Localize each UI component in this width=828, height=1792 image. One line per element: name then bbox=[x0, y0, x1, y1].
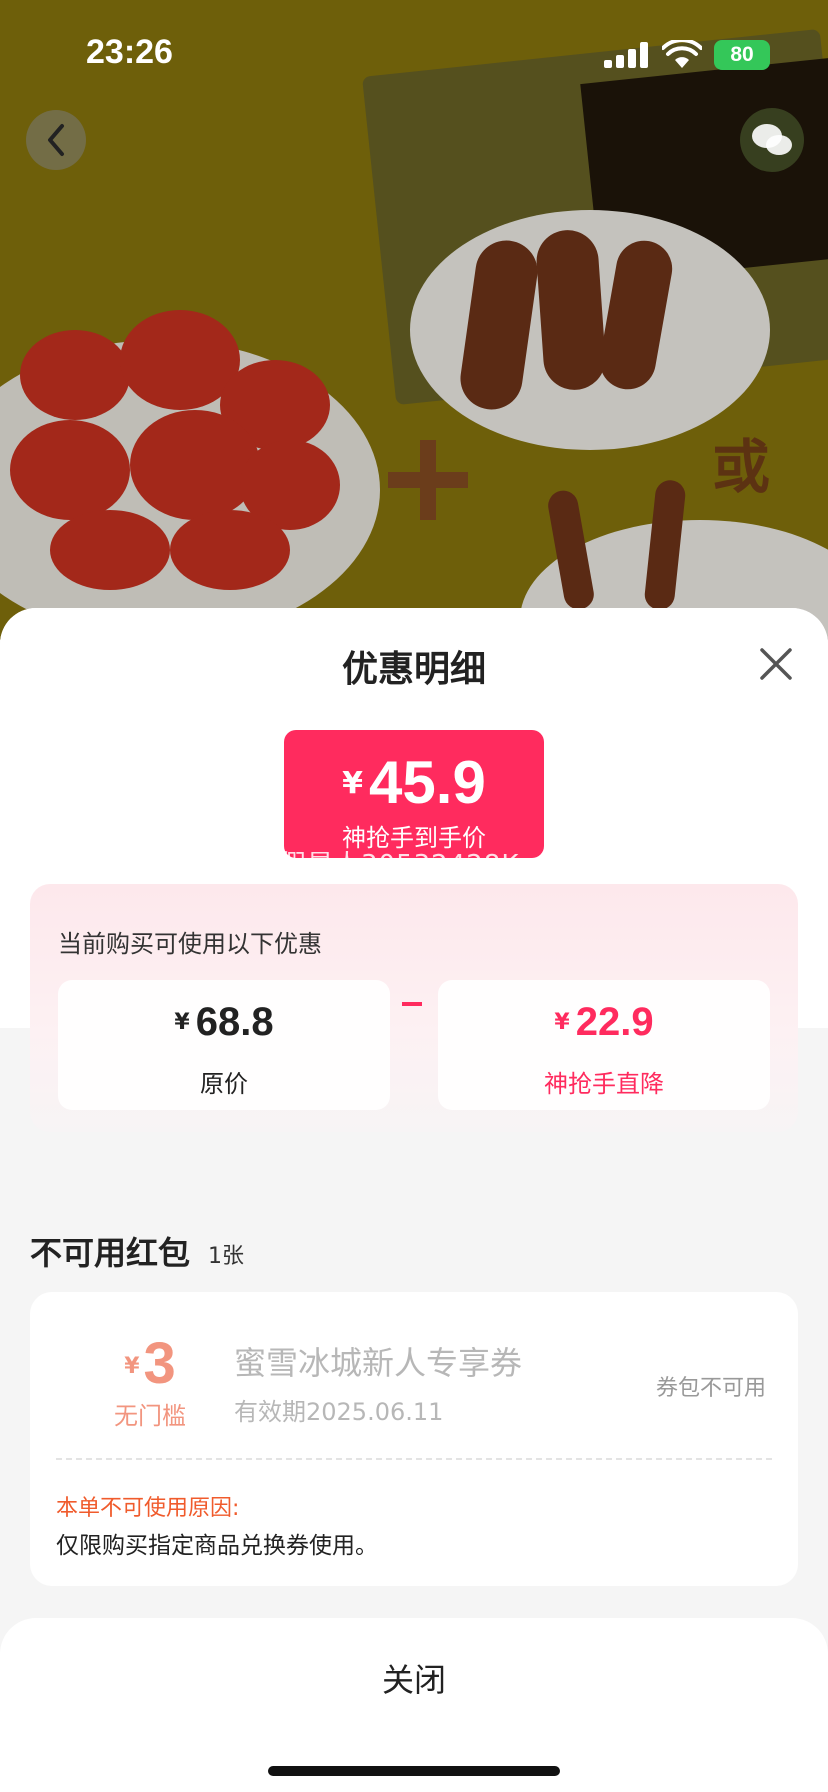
wechat-share-button[interactable] bbox=[740, 108, 804, 172]
battery-level: 80 bbox=[730, 43, 754, 66]
sheet-footer: 关闭 bbox=[0, 1618, 828, 1792]
food-crawfish bbox=[50, 510, 170, 590]
discount-value: ¥22.9 bbox=[438, 1000, 770, 1045]
home-indicator bbox=[268, 1766, 560, 1776]
final-price-value: ¥45.9 bbox=[284, 748, 544, 817]
coupon-threshold: 无门槛 bbox=[114, 1402, 186, 1430]
chevron-left-icon bbox=[48, 124, 64, 156]
overlay-text: 或 bbox=[712, 433, 771, 501]
back-button[interactable] bbox=[26, 110, 86, 170]
status-time: 23:26 bbox=[86, 33, 173, 71]
food-crawfish bbox=[20, 330, 130, 420]
coupon-amount: ¥3 bbox=[90, 1330, 210, 1397]
discount-card: ¥22.9 神抢手直降 bbox=[438, 980, 770, 1110]
dashed-divider bbox=[56, 1458, 772, 1460]
coupon-validity: 有效期2025.06.11 bbox=[234, 1398, 444, 1426]
food-wing bbox=[534, 228, 608, 392]
reason-text: 仅限购买指定商品兑换券使用。 bbox=[56, 1533, 378, 1559]
currency-symbol: ¥ bbox=[342, 766, 364, 801]
coupon-status: 券包不可用 bbox=[656, 1376, 767, 1401]
discount-breakdown: 当前购买可使用以下优惠 ¥68.8 原价 ¥22.9 神抢手直降 bbox=[30, 884, 798, 1132]
original-price-amount: 68.8 bbox=[195, 1000, 274, 1044]
minus-icon bbox=[402, 1002, 422, 1006]
discount-label: 神抢手直降 bbox=[544, 1070, 664, 1098]
original-price-card: ¥68.8 原价 bbox=[58, 980, 390, 1110]
food-crawfish bbox=[130, 410, 260, 520]
currency-symbol: ¥ bbox=[124, 1354, 140, 1379]
close-button[interactable]: 关闭 bbox=[314, 1648, 514, 1708]
coupon-name: 蜜雪冰城新人专享券 bbox=[234, 1344, 523, 1382]
wechat-icon bbox=[752, 124, 792, 155]
reason-title: 本单不可使用原因: bbox=[56, 1496, 240, 1521]
coupon-amount-value: 3 bbox=[143, 1331, 176, 1396]
plus-icon bbox=[388, 440, 468, 520]
watermark: 假星人30532428K. bbox=[280, 850, 529, 880]
battery-icon: 80 bbox=[714, 40, 770, 70]
sheet-title: 优惠明细 bbox=[341, 649, 486, 690]
food-crawfish bbox=[170, 510, 290, 590]
breakdown-hint: 当前购买可使用以下优惠 bbox=[58, 930, 322, 958]
final-price-amount: 45.9 bbox=[369, 749, 486, 816]
food-crawfish bbox=[10, 420, 130, 520]
original-price-label: 原价 bbox=[200, 1070, 248, 1098]
currency-symbol: ¥ bbox=[554, 1010, 570, 1035]
currency-symbol: ¥ bbox=[174, 1010, 190, 1035]
unavailable-count: 1张 bbox=[208, 1244, 244, 1269]
final-price-badge: ¥45.9 神抢手到手价 bbox=[284, 730, 544, 858]
original-price-value: ¥68.8 bbox=[58, 1000, 390, 1045]
discount-amount: 22.9 bbox=[575, 1000, 654, 1044]
cellular-signal-icon bbox=[604, 42, 648, 68]
discount-detail-sheet: 优惠明细 当前购买可使用以下优惠 ¥68.8 原价 ¥22.9 神抢手直降 ¥4… bbox=[0, 608, 828, 1792]
wifi-icon bbox=[662, 40, 702, 68]
coupon-card: ¥3 无门槛 蜜雪冰城新人专享券 有效期2025.06.11 券包不可用 本单不… bbox=[30, 1292, 798, 1586]
unavailable-section-title: 不可用红包 bbox=[30, 1234, 191, 1272]
status-bar: 23:26 80 bbox=[0, 0, 828, 100]
close-icon[interactable] bbox=[756, 644, 796, 684]
